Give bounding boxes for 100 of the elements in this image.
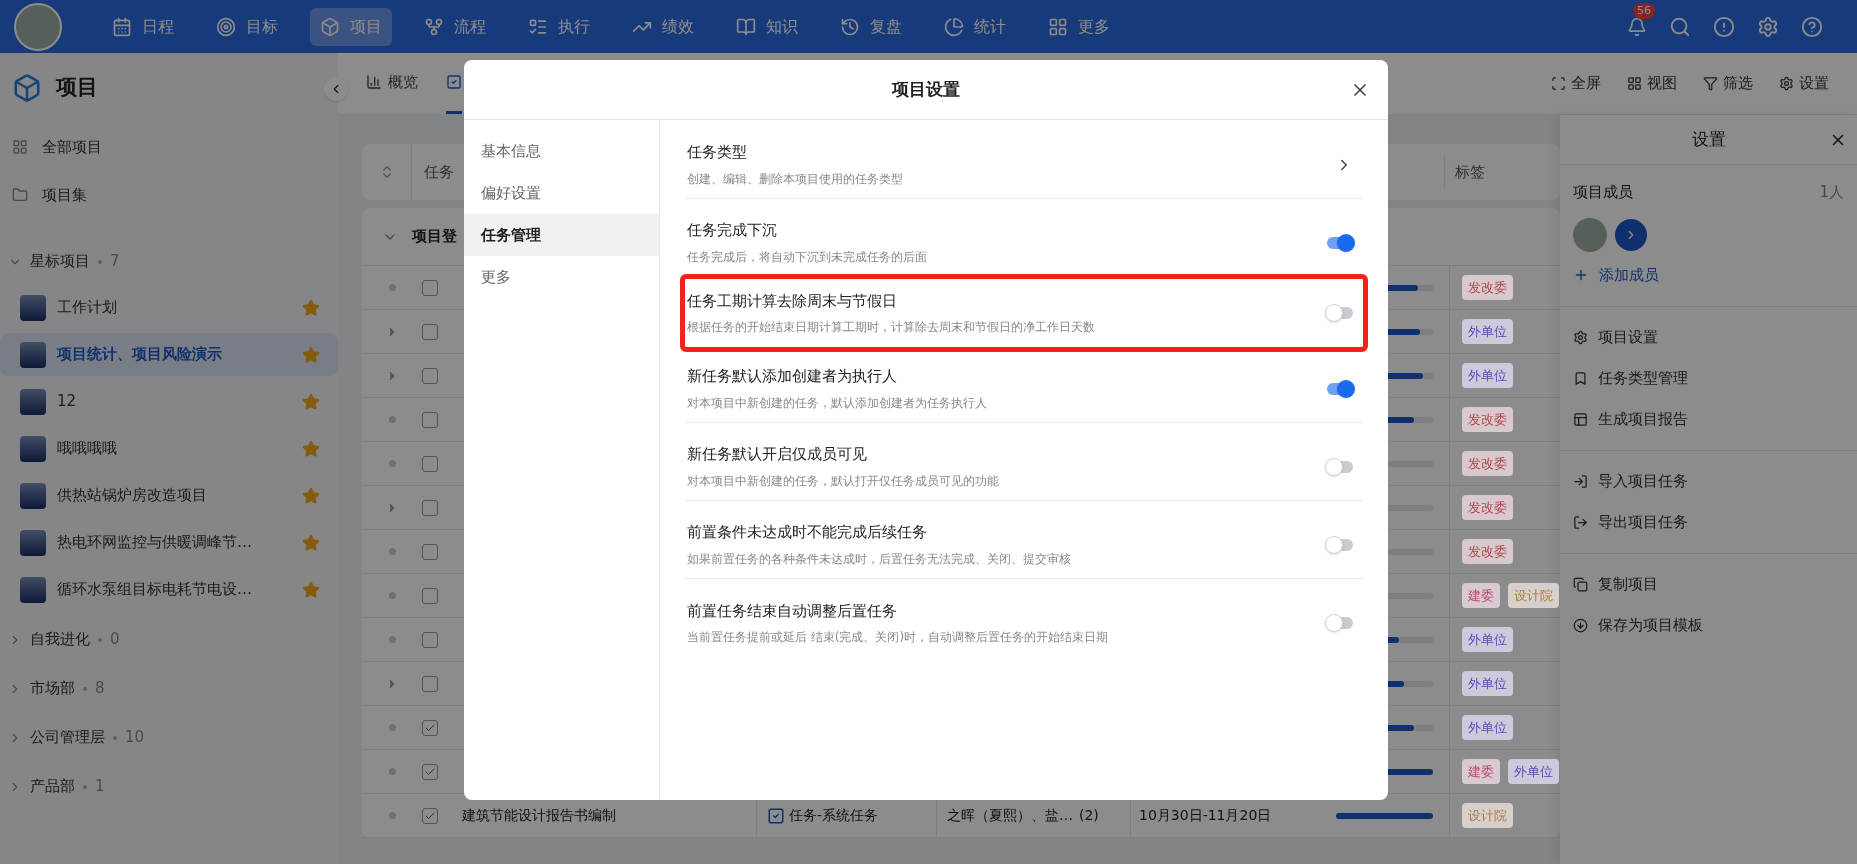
nav-tab[interactable]: 统计 — [934, 7, 1016, 46]
column-header: 任务 — [424, 161, 454, 183]
drawer-menu-item[interactable]: 项目设置 — [1560, 317, 1857, 358]
drawer-menu-item[interactable]: 复制项目 — [1560, 564, 1857, 605]
search-icon[interactable] — [1669, 15, 1691, 38]
nav-tab[interactable]: 日程 — [102, 7, 184, 46]
toggle-switch[interactable] — [1327, 460, 1353, 473]
notification-badge: 56 — [1633, 2, 1655, 19]
project-item[interactable]: 工作计划 — [0, 286, 338, 329]
drawer-title: 设置 — [1691, 127, 1726, 151]
toolbar-button[interactable]: 全屏 — [1551, 72, 1601, 95]
bell-icon[interactable] — [1627, 16, 1647, 37]
collapse-button[interactable] — [324, 77, 348, 101]
group-count: 8 — [95, 678, 105, 700]
sidebar-group[interactable]: 星标项目 7 — [8, 237, 330, 286]
toggle-switch[interactable] — [1327, 236, 1353, 249]
user-avatar[interactable] — [14, 2, 62, 51]
task-checkbox[interactable] — [422, 279, 438, 296]
task-checkbox[interactable] — [422, 719, 438, 736]
copy-icon — [1573, 577, 1588, 592]
dialog-title: 项目设置 — [892, 77, 960, 101]
task-checkbox[interactable] — [422, 455, 438, 472]
star-icon[interactable] — [302, 298, 320, 317]
task-checkbox[interactable] — [422, 323, 438, 340]
task-checkbox[interactable] — [422, 367, 438, 384]
tag: 外单位 — [1462, 362, 1513, 389]
layout-icon — [1573, 412, 1588, 427]
help-icon[interactable] — [1801, 15, 1823, 38]
view-tab[interactable]: 概览 — [366, 53, 418, 114]
toolbar-button[interactable]: 视图 — [1627, 72, 1677, 95]
toggle-switch[interactable] — [1327, 307, 1353, 319]
nav-tab[interactable]: 知识 — [726, 7, 808, 46]
sidebar-group[interactable]: 产品部 1 — [8, 762, 330, 811]
toolbar-button[interactable]: 筛选 — [1703, 72, 1753, 95]
toggle-switch[interactable] — [1327, 617, 1353, 629]
grid-icon — [1048, 16, 1068, 37]
bookmark-icon — [1573, 371, 1588, 386]
toolbar-button[interactable]: 设置 — [1779, 72, 1829, 95]
drawer-menu-item[interactable]: 导出项目任务 — [1560, 502, 1857, 543]
setting-title: 前置条件未达成时不能完成后续任务 — [687, 522, 928, 544]
settings-icon — [1779, 76, 1794, 91]
nav-tab[interactable]: 绩效 — [622, 7, 704, 46]
expand-members-button[interactable] — [1615, 218, 1647, 251]
nav-tab[interactable]: 复盘 — [830, 7, 912, 46]
task-checkbox[interactable] — [422, 631, 438, 648]
sidebar-item[interactable]: 全部项目 — [8, 123, 330, 171]
star-icon[interactable] — [302, 439, 320, 458]
nav-tab[interactable]: 流程 — [414, 7, 496, 46]
nav-tab[interactable]: 目标 — [206, 7, 288, 46]
drawer-menu-item[interactable]: 保存为项目模板 — [1560, 605, 1857, 646]
sidebar-group[interactable]: 市场部 8 — [8, 664, 330, 713]
sidebar-group[interactable]: 公司管理层 10 — [8, 713, 330, 762]
grid-icon — [1627, 76, 1642, 91]
project-item[interactable]: 热电环网监控与供暖调峰节… — [0, 521, 338, 564]
settings-icon[interactable] — [1757, 15, 1779, 38]
tag: 设计院 — [1462, 802, 1513, 829]
drawer-menu-item[interactable]: 导入项目任务 — [1560, 461, 1857, 502]
project-item[interactable]: 供热站锅炉房改造项目 — [0, 474, 338, 517]
task-checkbox[interactable] — [422, 763, 438, 780]
alert-icon[interactable] — [1713, 15, 1735, 38]
setting-description: 对本项目中新创建的任务，默认添加创建者为任务执行人 — [687, 394, 987, 412]
add-member-link[interactable]: 添加成员 — [1573, 263, 1844, 286]
star-icon[interactable] — [302, 580, 320, 599]
table-cell: 建筑节能设计报告书编制 — [462, 807, 616, 823]
drawer-menu-item[interactable]: 生成项目报告 — [1560, 399, 1857, 440]
table-cell-text: 10月30日-11月20日 — [1139, 806, 1272, 825]
group-title: 项目登 — [412, 226, 457, 248]
tag: 发改委 — [1462, 450, 1513, 477]
project-item[interactable]: 12 — [0, 380, 338, 423]
dialog-nav-item[interactable]: 基本信息 — [464, 130, 659, 172]
toggle-switch[interactable] — [1327, 538, 1353, 551]
project-item[interactable]: 循环水泵组目标电耗节电设… — [0, 568, 338, 611]
pie-chart-icon — [944, 16, 964, 37]
group-count: 1 — [95, 776, 105, 798]
task-checkbox[interactable] — [422, 807, 438, 824]
drawer-menu-item[interactable]: 任务类型管理 — [1560, 358, 1857, 399]
task-checkbox[interactable] — [422, 543, 438, 560]
setting-title: 新任务默认添加创建者为执行人 — [687, 366, 898, 388]
star-icon[interactable] — [302, 533, 320, 552]
flow-icon — [424, 16, 444, 37]
star-icon[interactable] — [302, 345, 320, 364]
dialog-nav-item[interactable]: 任务管理 — [464, 214, 659, 256]
nav-tab[interactable]: 执行 — [518, 7, 600, 46]
dialog-nav-item[interactable]: 偏好设置 — [464, 172, 659, 214]
task-checkbox[interactable] — [422, 411, 438, 428]
group-count: 7 — [110, 251, 120, 273]
star-icon[interactable] — [302, 486, 320, 505]
task-checkbox[interactable] — [422, 587, 438, 604]
star-icon[interactable] — [302, 392, 320, 411]
target-icon — [216, 16, 236, 37]
sidebar-item[interactable]: 项目集 — [8, 171, 330, 219]
setting-title: 任务工期计算去除周末与节假日 — [687, 290, 898, 312]
nav-tab[interactable]: 更多 — [1038, 7, 1120, 46]
project-item[interactable]: 哦哦哦哦 — [0, 427, 338, 470]
dialog-nav-item[interactable]: 更多 — [464, 256, 659, 298]
task-checkbox[interactable] — [422, 499, 438, 516]
sidebar-group[interactable]: 自我进化 0 — [8, 615, 330, 664]
task-checkbox[interactable] — [422, 675, 438, 692]
project-item[interactable]: 项目统计、项目风险演示 — [0, 333, 338, 376]
toggle-switch[interactable] — [1327, 382, 1353, 395]
